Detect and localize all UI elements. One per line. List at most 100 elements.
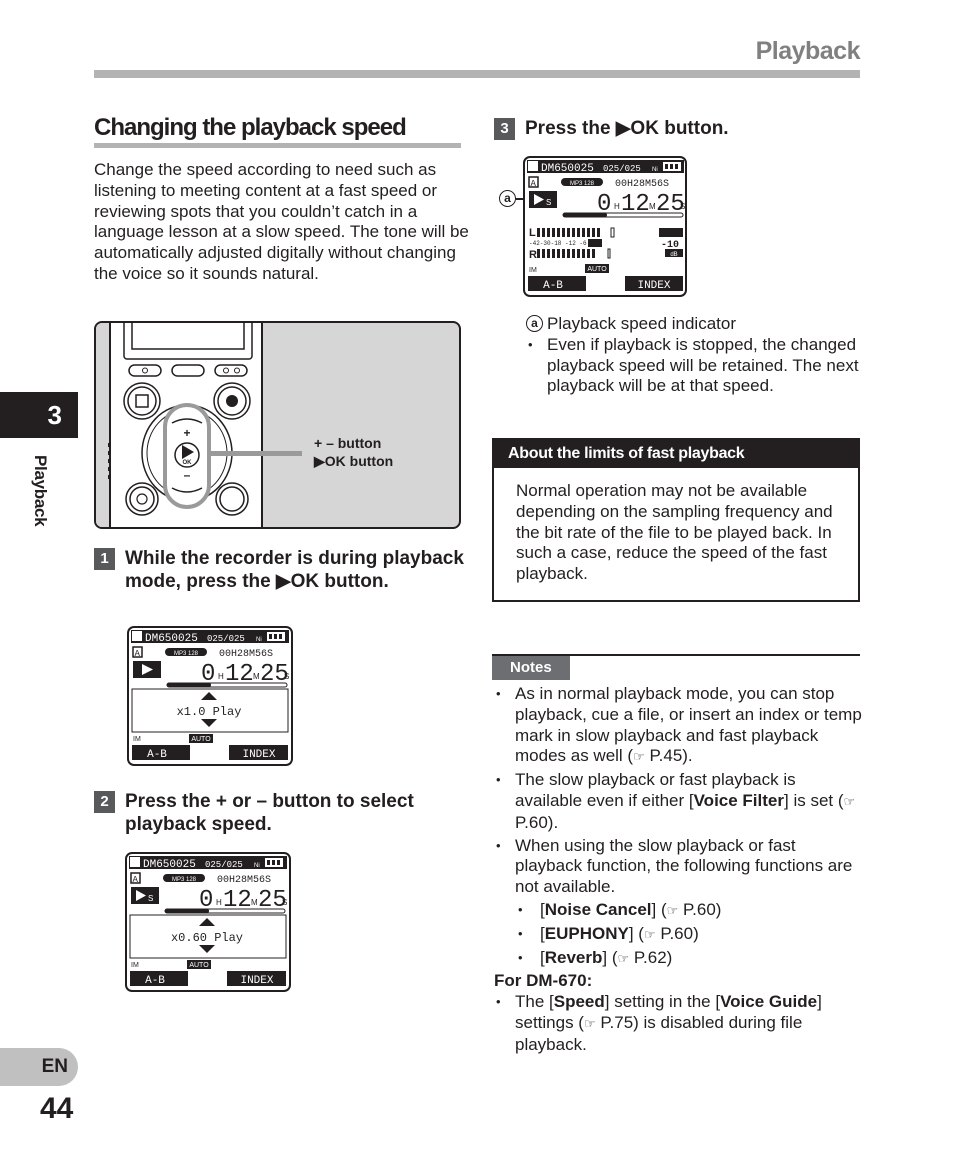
menu-term: Voice Filter (693, 790, 784, 810)
callout-marker-a: a (499, 190, 516, 207)
lcd-speed-label: x0.60 Play (171, 931, 243, 945)
page-reference: P.60 (660, 923, 694, 943)
note-sub-item: [Reverb] (☞ P.62) (494, 948, 864, 970)
note-item: As in normal playback mode, you can stop… (494, 684, 864, 768)
recorder-drawing: + – OK (96, 323, 302, 527)
lcd-progress-bar (167, 683, 211, 687)
note-item: The slow playback or fast playback is av… (494, 770, 864, 833)
model-note-heading: For DM-670: (494, 971, 593, 991)
lcd-softkey-right: INDEX (637, 280, 670, 292)
page-reference: P.60 (683, 899, 716, 919)
lcd-softkey-right: INDEX (240, 975, 273, 987)
about-box-body: Normal operation may not be available de… (516, 481, 833, 584)
mic-icon: IM (529, 267, 537, 274)
mic-icon: IM (133, 736, 141, 743)
lcd-folder: A (133, 875, 139, 885)
lcd-file-name: DM650025 (541, 163, 594, 175)
menu-term: Reverb (544, 947, 603, 967)
lcd-mic-mode: AUTO (587, 266, 607, 273)
svg-text:S: S (284, 672, 289, 681)
section-title: Changing the playback speed (94, 114, 407, 141)
callout-a-label: Playback speed indicator (547, 314, 737, 333)
callout-a-label-row: a Playback speed indicator (526, 314, 866, 335)
lcd-screen-meter: DM650025 025/025 Ni A MP3 128 00H28M56S … (523, 156, 687, 297)
note-item: The [Speed] setting in the [Voice Guide]… (494, 992, 864, 1055)
note-text: The [ (515, 992, 554, 1012)
step-text: Press the ▶OK button. (525, 118, 729, 139)
callout-a-bullet: Even if playback is stopped, the changed… (526, 335, 866, 397)
notes-list: As in normal playback mode, you can stop… (494, 684, 864, 1058)
note-item: When using the slow playback or fast pla… (494, 836, 864, 898)
language-tab: EN (0, 1048, 78, 1086)
svg-text:H: H (218, 672, 224, 681)
lcd-format: MP3 128 (570, 181, 595, 187)
reference-hand-icon: ☞ (643, 926, 656, 942)
step-3: 3 Press the ▶OK button. (494, 117, 864, 140)
lcd-progress-bar (165, 909, 209, 913)
step-number-badge: 3 (494, 118, 515, 140)
step-number-badge: 1 (94, 548, 115, 570)
meter-left-channel: L (529, 227, 536, 239)
lcd-speed-label: x1.0 Play (177, 705, 242, 719)
svg-text:S: S (680, 202, 685, 211)
lcd-screen-normal-speed: DM650025 025/025 Ni A MP3 128 00H28M56S … (127, 626, 293, 766)
label-plus-minus-button: + – button (314, 435, 382, 451)
svg-text:S: S (546, 198, 551, 207)
callout-a-description: aPlayback speed indicator Even if playba… (526, 314, 866, 397)
mic-icon: IM (131, 962, 139, 969)
step-text: Press the + or – button to select playba… (125, 791, 414, 835)
minus-glyph: – (184, 468, 191, 482)
note-sub-item: [Noise Cancel] (☞ P.60) (494, 900, 864, 922)
page-header-title: Playback (755, 37, 861, 65)
lcd-softkey-right: INDEX (242, 749, 275, 761)
label-ok-button: ▶OK button (314, 453, 394, 469)
recorder-illustration: + – OK + – button ▶OK button (94, 321, 461, 529)
lcd-softkey-left: A-B (543, 280, 563, 292)
step-2: 2 Press the + or – button to select play… (94, 790, 464, 836)
level-meter-right (537, 249, 595, 258)
lcd-softkey-left: A-B (145, 975, 165, 987)
lcd-file-length: 00H28M56S (219, 649, 273, 660)
lcd-file-count: 025/025 (207, 634, 245, 644)
svg-text:H: H (216, 898, 222, 907)
reference-hand-icon: ☞ (617, 950, 630, 966)
lcd-progress-bar (563, 213, 607, 217)
svg-text:S: S (148, 894, 153, 903)
note-text: P.45). (644, 746, 693, 766)
lcd-file-name: DM650025 (143, 859, 196, 871)
about-box-title: About the limits of fast playback (494, 440, 858, 468)
step-text: While the recorder is during playback mo… (125, 548, 464, 592)
lcd-file-length: 00H28M56S (615, 179, 669, 190)
lcd-screen-slow-speed: DM650025 025/025 Ni A MP3 128 00H28M56S … (125, 852, 291, 992)
note-sub-item: [EUPHONY] (☞ P.60) (494, 924, 864, 946)
chapter-number-tab: 3 (0, 392, 78, 438)
lcd-folder: A (135, 649, 141, 659)
menu-term: EUPHONY (544, 923, 629, 943)
meter-unit: dB (670, 252, 677, 258)
reference-hand-icon: ☞ (583, 1015, 596, 1031)
lcd-file-count: 025/025 (603, 164, 641, 174)
lcd-battery-type: Ni (256, 637, 262, 643)
callout-marker-a-inline: a (526, 315, 543, 332)
step-1: 1 While the recorder is during playback … (94, 547, 464, 593)
menu-term: Noise Cancel (544, 899, 652, 919)
lcd-battery-type: Ni (254, 863, 260, 869)
meter-right-channel: R (529, 249, 537, 261)
menu-term: Voice Guide (720, 992, 818, 1012)
section-intro: Change the speed according to need such … (94, 160, 469, 283)
svg-text:M: M (253, 672, 260, 681)
lcd-mic-mode: AUTO (189, 962, 209, 969)
chapter-label: Playback (31, 455, 50, 527)
note-text: P.60). (515, 812, 559, 832)
lcd-format: MP3 128 (172, 877, 197, 883)
note-text: ] is set ( (784, 790, 844, 810)
plus-glyph: + (183, 426, 190, 440)
lcd-battery-type: Ni (652, 167, 658, 173)
note-text: When using the slow playback or fast pla… (515, 835, 853, 897)
reference-hand-icon: ☞ (666, 902, 679, 918)
lcd-file-length: 00H28M56S (217, 875, 271, 886)
section-title-rule (94, 143, 461, 148)
lcd-format: MP3 128 (174, 651, 199, 657)
reference-hand-icon: ☞ (633, 749, 645, 765)
meter-scale: -42-30-18 -12 -6 0 (529, 240, 594, 247)
